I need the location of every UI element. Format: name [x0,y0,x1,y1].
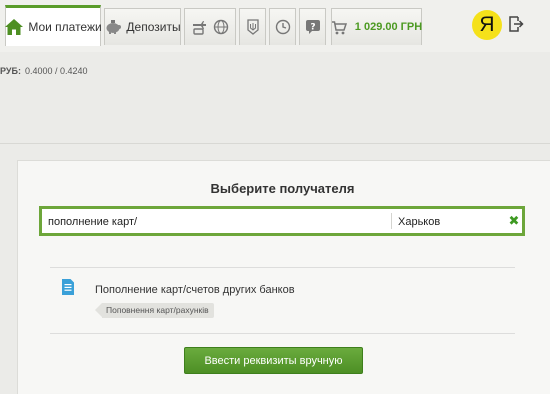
help-icon: ? [305,19,321,35]
top-navigation: Мои платежи Депозиты ? 1 029.00 ГРН Я [0,0,550,52]
clock-icon [275,19,291,35]
result-divider [50,267,515,268]
user-avatar[interactable]: Я [472,10,502,40]
home-icon [4,18,24,36]
globe-icon [213,19,229,35]
result-title: Пополнение карт/счетов других банков [95,284,295,296]
clear-search-button[interactable]: ✖ [507,212,521,230]
tab-cart[interactable]: 1 029.00 ГРН [331,8,422,45]
transport-icon [191,18,211,36]
search-input[interactable] [48,214,378,230]
cart-icon [331,20,347,35]
section-divider [0,143,550,144]
tab-help[interactable]: ? [299,8,326,45]
tab-label: Депозиты [126,20,181,34]
city-input[interactable] [398,214,498,230]
coat-of-arms-icon [246,19,259,35]
tab-deposits[interactable]: Депозиты [104,8,181,45]
document-icon [62,279,74,300]
recipient-search: ✖ [39,206,525,236]
tab-label: Мои платежи [28,20,102,34]
search-separator [391,213,392,229]
enter-details-manually-button[interactable]: Ввести реквизиты вручную [184,347,363,374]
tab-government-payments[interactable] [239,8,266,45]
piggy-bank-icon [104,19,122,35]
rate-value: 0.4000 / 0.4240 [24,66,88,76]
tab-transport-travel[interactable] [184,8,236,45]
logout-icon[interactable] [508,16,524,37]
tab-my-payments[interactable]: Мои платежи [4,5,102,46]
result-divider [50,333,515,334]
tab-history[interactable] [269,8,296,45]
result-tag: Поповнення карт/рахунків [95,303,214,318]
svg-text:?: ? [310,23,315,33]
rate-label: РУБ: [0,66,21,76]
result-item[interactable]: Пополнение карт/счетов других банков Поп… [62,276,362,320]
cart-balance: 1 029.00 ГРН [354,21,423,33]
currency-rate: РУБ: 0.4000 / 0.4240 [0,66,88,76]
page-title: Выберите получателя [210,181,355,196]
